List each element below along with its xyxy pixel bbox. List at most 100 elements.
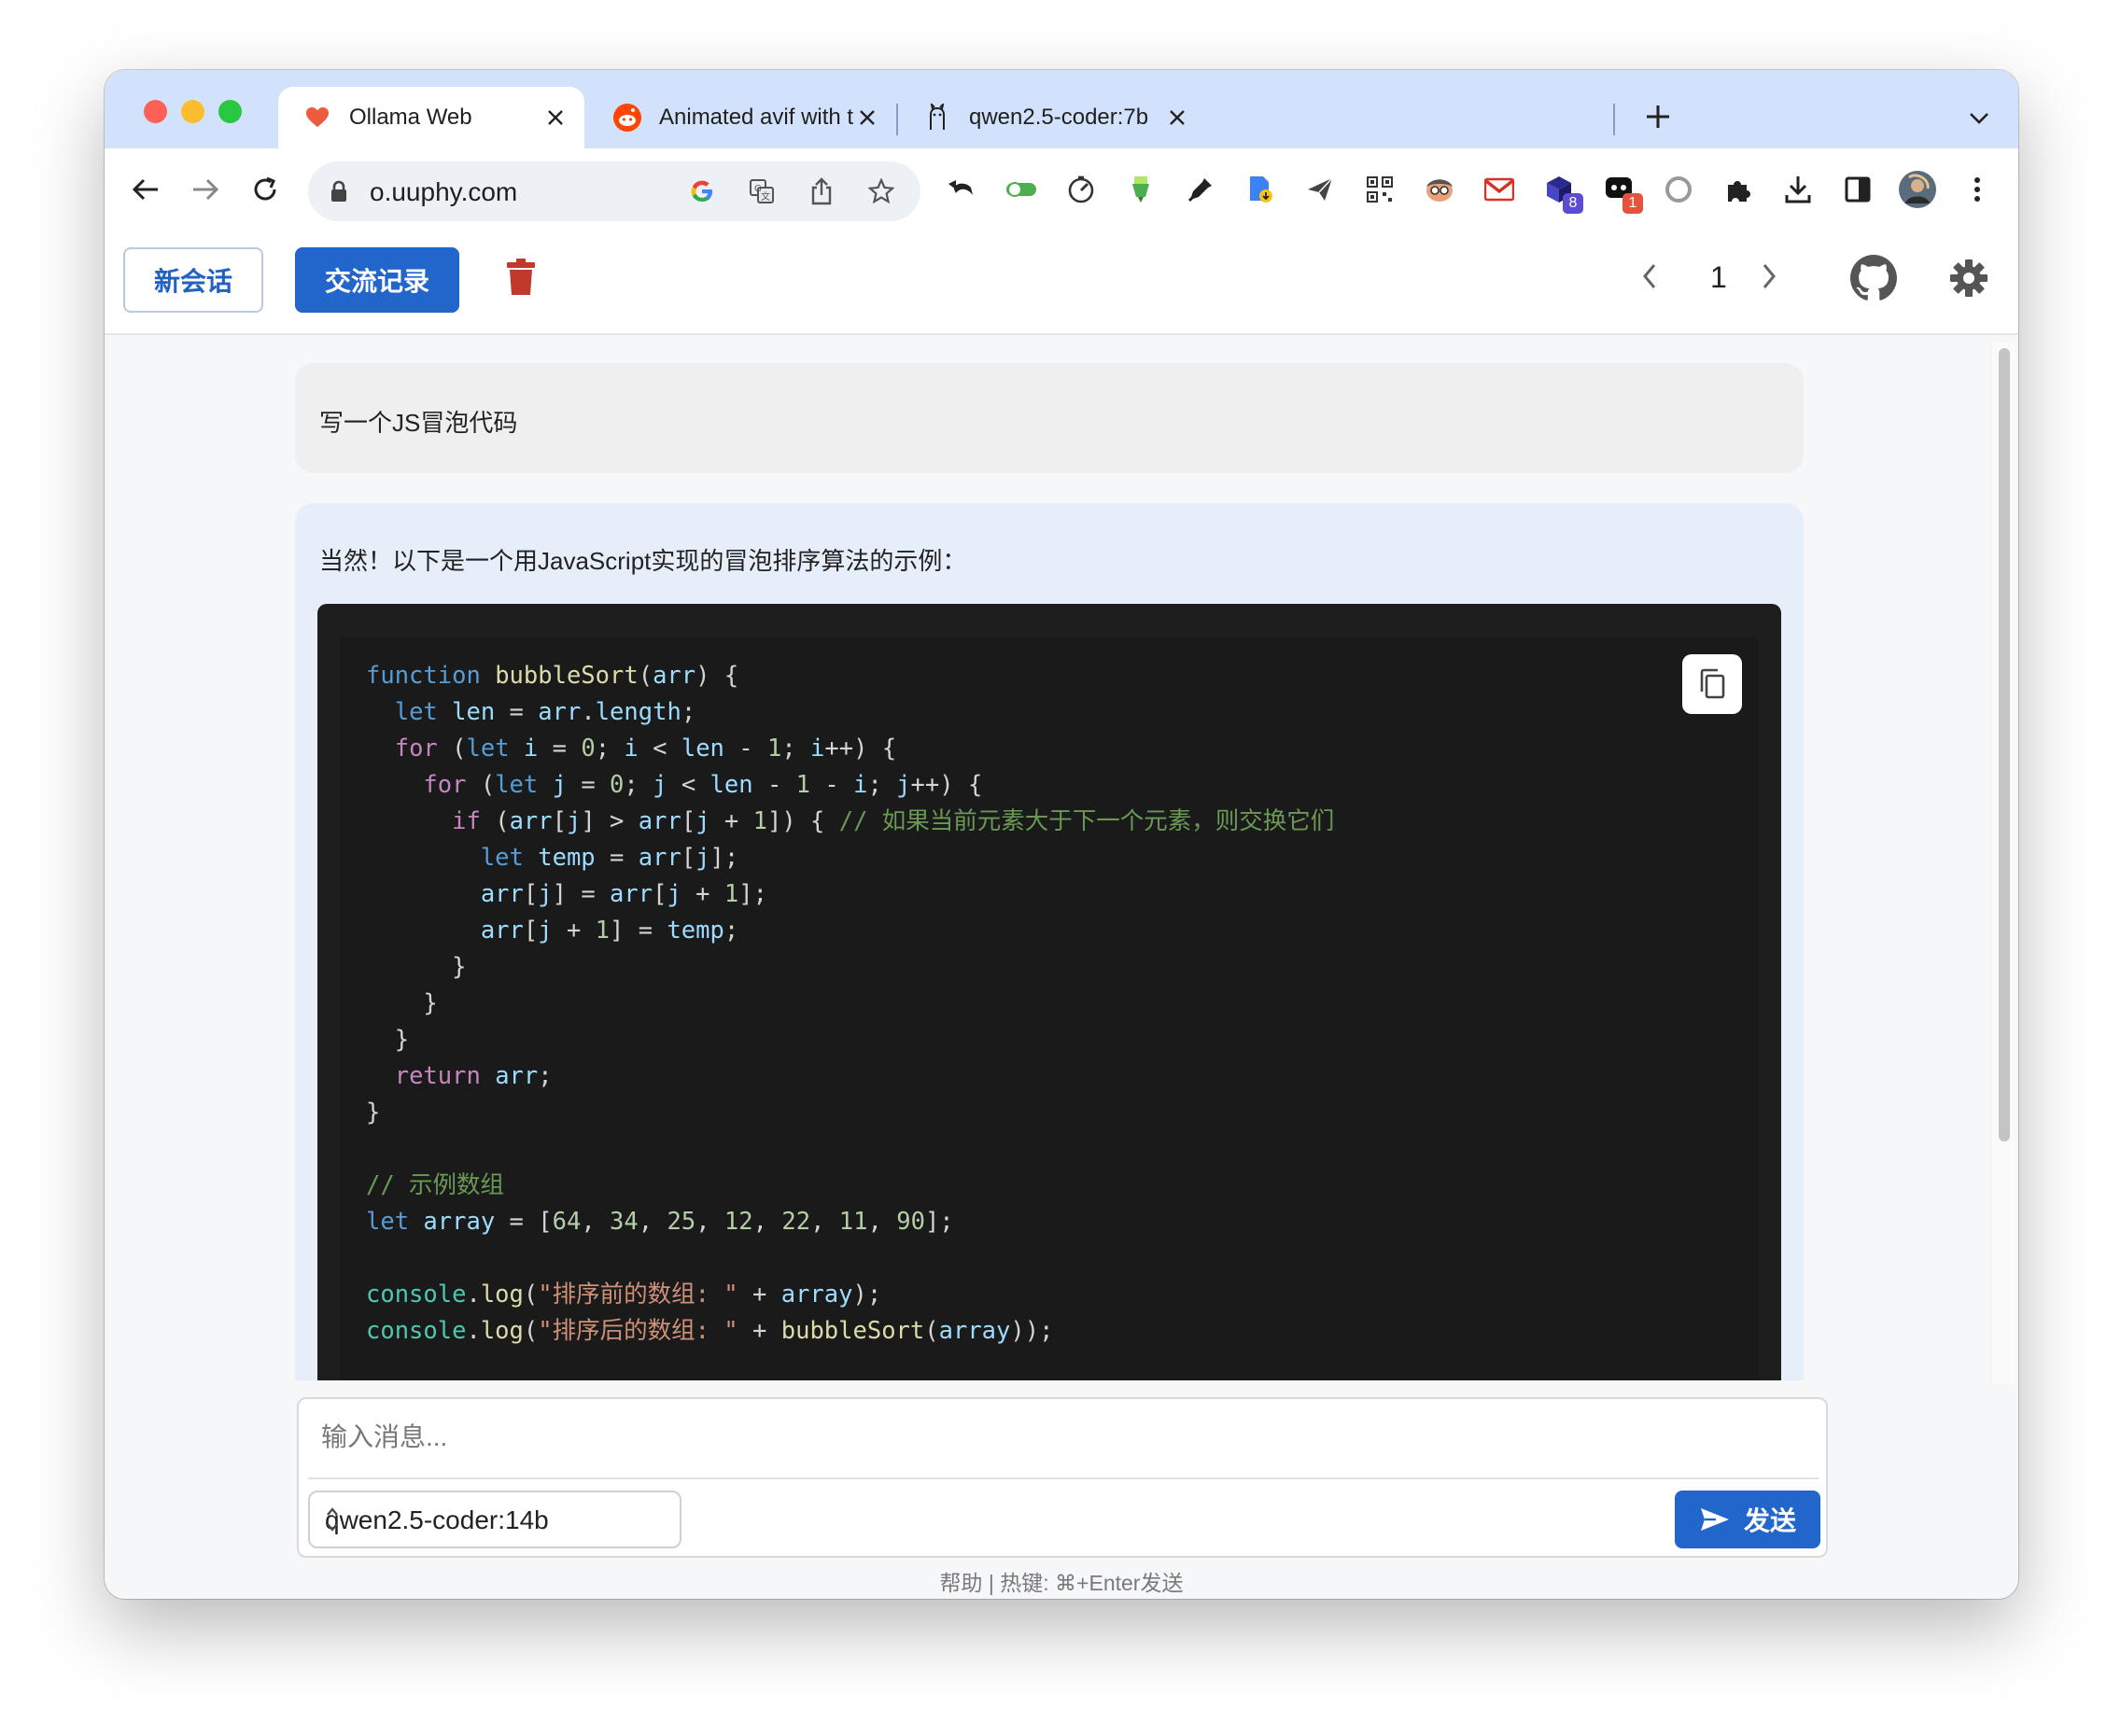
code-token: ,: [581, 1208, 611, 1236]
close-window-button[interactable]: [144, 100, 167, 123]
address-bar[interactable]: o.uuphy.com G文: [308, 161, 920, 221]
url-text[interactable]: o.uuphy.com: [370, 177, 517, 207]
download-doc-extension-icon[interactable]: [1240, 169, 1281, 210]
code-token: +: [737, 1317, 781, 1345]
puzzle-icon[interactable]: [1718, 169, 1759, 210]
code-token: (: [437, 735, 467, 763]
new-tab-button[interactable]: [1637, 96, 1679, 137]
code-token: j: [695, 844, 710, 872]
chevron-left-icon[interactable]: [1641, 262, 1658, 295]
code-token: [: [653, 880, 667, 908]
close-icon[interactable]: [853, 104, 881, 132]
translate-icon[interactable]: G文: [747, 176, 777, 206]
send-extension-icon[interactable]: [1299, 169, 1341, 210]
code-token: .: [581, 698, 596, 726]
side-panel-icon[interactable]: [1837, 169, 1878, 210]
cube-extension-icon[interactable]: 8: [1538, 169, 1583, 214]
tab-qwen[interactable]: qwen2.5-coder:7b: [898, 87, 1206, 148]
composer: qwen2.5-coder:14b 发送: [297, 1397, 1828, 1558]
code-token: 1: [595, 917, 611, 945]
browser-menu-button[interactable]: [1957, 169, 1998, 210]
model-select[interactable]: qwen2.5-coder:14b: [308, 1491, 681, 1548]
new-chat-button[interactable]: 新会话: [123, 247, 263, 313]
download-icon[interactable]: [1777, 169, 1819, 210]
scrollbar[interactable]: [1990, 343, 2016, 1384]
code-token: j: [538, 880, 553, 908]
code-content[interactable]: function bubbleSort(arr) { let len = arr…: [366, 658, 1334, 1350]
code-token: 12: [723, 1208, 753, 1236]
eyedropper-extension-icon[interactable]: [1180, 169, 1221, 210]
code-token: bubbleSort: [495, 662, 639, 690]
extension-badge: 1: [1622, 193, 1643, 214]
toggle-extension-icon[interactable]: [1001, 169, 1042, 210]
code-line: }: [366, 1099, 380, 1127]
composer-divider: [308, 1477, 1819, 1479]
code-line: arr[j + 1] = temp;: [366, 917, 738, 945]
trash-icon[interactable]: [506, 259, 536, 301]
chevron-right-icon[interactable]: [1761, 262, 1777, 295]
undo-extension-icon[interactable]: [941, 169, 982, 210]
tab-title: qwen2.5-coder:7b: [969, 105, 1149, 130]
page-number: 1: [1710, 260, 1727, 294]
code-line: arr[j] = arr[j + 1];: [366, 880, 767, 908]
forward-button[interactable]: [185, 169, 226, 210]
reload-icon: [254, 176, 276, 201]
history-button[interactable]: 交流记录: [295, 247, 459, 313]
footer-hint[interactable]: 帮助 | 热键: ⌘+Enter发送: [105, 1565, 2018, 1597]
code-token: console: [366, 1317, 467, 1345]
face-extension-icon[interactable]: [1419, 169, 1460, 210]
code-token: arr: [610, 880, 653, 908]
gear-icon[interactable]: [1949, 259, 1988, 302]
share-icon[interactable]: [807, 176, 836, 206]
avatar[interactable]: [1897, 169, 1938, 210]
forward-icon: [193, 178, 219, 201]
code-token: +: [709, 807, 753, 835]
code-token: ;: [781, 735, 811, 763]
code-line: let len = arr.length;: [366, 698, 695, 726]
code-token: ;: [624, 771, 653, 799]
chat-extension-icon[interactable]: 1: [1598, 169, 1643, 214]
code-token: ));: [1010, 1317, 1054, 1345]
code-token: ;: [538, 1062, 553, 1090]
github-icon[interactable]: [1850, 255, 1897, 306]
send-button[interactable]: 发送: [1675, 1491, 1820, 1548]
lock-icon[interactable]: [330, 180, 347, 207]
code-token: arr: [480, 917, 524, 945]
code-token: log: [480, 1281, 524, 1309]
tab-animated-avif[interactable]: Animated avif with transparent: [588, 87, 896, 148]
copy-code-button[interactable]: [1682, 654, 1742, 714]
google-icon[interactable]: [687, 176, 717, 206]
chat-scroll-area[interactable]: 写一个JS冒泡代码 当然！以下是一个用JavaScript实现的冒泡排序算法的示…: [295, 335, 1804, 1380]
gmail-icon[interactable]: [1479, 169, 1520, 210]
chevron-down-icon: [1970, 113, 1988, 124]
close-icon[interactable]: [541, 104, 569, 132]
star-icon[interactable]: [866, 176, 896, 206]
maximize-window-button[interactable]: [218, 100, 242, 123]
scrollbar-thumb[interactable]: [1999, 348, 2010, 1141]
code-token: ];: [924, 1208, 954, 1236]
message-input[interactable]: [319, 1412, 1807, 1463]
code-token: length: [595, 698, 681, 726]
minimize-window-button[interactable]: [181, 100, 204, 123]
close-icon[interactable]: [1163, 104, 1191, 132]
code-line: }: [366, 989, 437, 1017]
code-token: arr: [638, 844, 681, 872]
circle-extension-icon[interactable]: [1658, 169, 1699, 210]
reload-button[interactable]: [245, 169, 286, 210]
code-token: arr: [495, 1062, 539, 1090]
tab-ollama-web[interactable]: Ollama Web: [278, 87, 584, 148]
code-token: for: [394, 735, 438, 763]
qrcode-extension-icon[interactable]: [1359, 169, 1400, 210]
code-token: -: [752, 771, 796, 799]
code-token: 90: [896, 1208, 925, 1236]
highlighter-extension-icon[interactable]: [1120, 169, 1161, 210]
code-token: 1: [795, 771, 811, 799]
speed-extension-icon[interactable]: [1060, 169, 1102, 210]
code-token: ]) {: [766, 807, 839, 835]
tab-search-button[interactable]: [1962, 102, 1996, 135]
back-button[interactable]: [125, 169, 166, 210]
